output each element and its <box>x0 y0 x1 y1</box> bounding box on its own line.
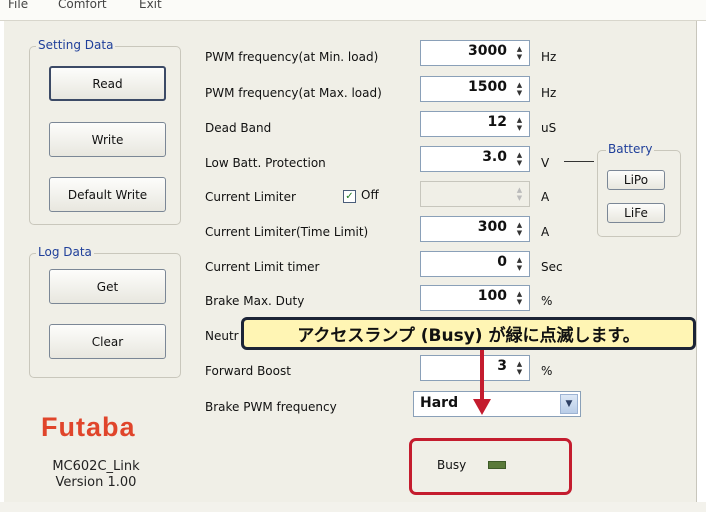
spin-arrows-icon[interactable]: ▲ ▼ <box>512 149 527 169</box>
annotation-arrow-icon <box>473 399 491 415</box>
pwm-min-value: 3000 <box>468 43 507 59</box>
param-label-low-batt: Low Batt. Protection <box>205 156 326 170</box>
busy-highlight-box <box>409 438 572 495</box>
clear-button[interactable]: Clear <box>49 324 166 359</box>
version-label: Version 1.00 <box>55 475 137 490</box>
unit-pwm-min: Hz <box>541 50 557 64</box>
annotation-callout: アクセスランプ (Busy) が緑に点滅します。 <box>241 317 706 352</box>
param-label-neutral: Neutr <box>205 329 239 343</box>
unit-current-limit-timer: Sec <box>541 260 563 274</box>
annotation-arrow-line <box>480 350 484 402</box>
annotation-text: アクセスランプ (Busy) が緑に点滅します。 <box>241 317 696 350</box>
low-batt-value: 3.0 <box>482 149 507 165</box>
spin-arrows-icon: ▲ ▼ <box>516 186 523 202</box>
app-name: MC602C_Link <box>52 459 140 474</box>
unit-dead-band: uS <box>541 121 557 135</box>
pwm-max-spinbox[interactable]: 1500 ▲ ▼ <box>420 76 530 102</box>
pwm-max-value: 1500 <box>468 79 507 95</box>
param-label-dead-band: Dead Band <box>205 121 272 135</box>
menu-comfort[interactable]: Comfort <box>58 0 107 11</box>
menu-exit[interactable]: Exit <box>139 0 162 11</box>
menu-bar: File Comfort Exit <box>0 0 706 21</box>
dead-band-spinbox[interactable]: 12 ▲ ▼ <box>420 111 530 137</box>
status-bar <box>0 502 706 512</box>
futaba-logo: Futaba <box>41 412 136 442</box>
param-label-brake-pwm: Brake PWM frequency <box>205 400 337 414</box>
unit-current-limiter-time: A <box>541 225 550 239</box>
brake-max-duty-spinbox[interactable]: 100 ▲ ▼ <box>420 285 530 311</box>
write-button[interactable]: Write <box>49 122 166 157</box>
unit-brake-max-duty: % <box>541 294 553 308</box>
unit-low-batt: V <box>541 156 550 170</box>
forward-boost-spinbox[interactable]: 3 ▲ ▼ <box>420 355 530 381</box>
param-label-current-limiter-time: Current Limiter(Time Limit) <box>205 225 369 239</box>
current-limit-timer-spinbox[interactable]: 0 ▲ ▼ <box>420 251 530 277</box>
param-label-forward-boost: Forward Boost <box>205 364 291 378</box>
param-label-pwm-max: PWM frequency(at Max. load) <box>205 86 382 100</box>
lipo-button[interactable]: LiPo <box>607 170 665 190</box>
read-button[interactable]: Read <box>49 66 166 101</box>
spin-arrows-icon[interactable]: ▲ ▼ <box>512 43 527 63</box>
brake-max-duty-value: 100 <box>477 288 507 304</box>
param-label-current-limiter: Current Limiter <box>205 190 296 204</box>
low-batt-spinbox[interactable]: 3.0 ▲ ▼ <box>420 146 530 172</box>
setting-data-title: Setting Data <box>36 38 116 52</box>
battery-title: Battery <box>606 142 655 156</box>
spin-arrows-icon[interactable]: ▲ ▼ <box>512 219 527 239</box>
current-limiter-off-checkbox[interactable]: ✓ <box>343 190 356 203</box>
unit-current-limiter: A <box>541 190 550 204</box>
brake-pwm-value: Hard <box>420 395 459 411</box>
unit-forward-boost: % <box>541 364 553 378</box>
spin-arrows-icon[interactable]: ▲ ▼ <box>512 114 527 134</box>
current-limiter-time-value: 300 <box>477 219 507 235</box>
chevron-down-icon[interactable]: ▼ <box>560 394 578 414</box>
app-window: File Comfort Exit Setting Data Read Writ… <box>0 0 706 512</box>
battery-group: Battery <box>597 142 681 237</box>
spin-arrows-icon[interactable]: ▲ ▼ <box>512 79 527 99</box>
param-label-pwm-min: PWM frequency(at Min. load) <box>205 50 379 64</box>
pwm-min-spinbox[interactable]: 3000 ▲ ▼ <box>420 40 530 66</box>
spin-arrows-icon[interactable]: ▲ ▼ <box>512 358 527 378</box>
param-label-current-limit-timer: Current Limit timer <box>205 260 320 274</box>
spin-arrows-icon[interactable]: ▲ ▼ <box>512 254 527 274</box>
spin-arrows-icon[interactable]: ▲ ▼ <box>512 288 527 308</box>
param-label-brake-max-duty: Brake Max. Duty <box>205 294 305 308</box>
current-limiter-time-spinbox[interactable]: 300 ▲ ▼ <box>420 216 530 242</box>
unit-pwm-max: Hz <box>541 86 557 100</box>
battery-connector-line <box>564 161 594 162</box>
life-button[interactable]: LiFe <box>607 203 665 223</box>
get-button[interactable]: Get <box>49 269 166 304</box>
log-data-title: Log Data <box>36 245 94 259</box>
current-limiter-off-label: Off <box>361 188 379 202</box>
dead-band-value: 12 <box>487 114 507 130</box>
default-write-button[interactable]: Default Write <box>49 177 166 212</box>
forward-boost-value: 3 <box>497 358 507 374</box>
current-limit-timer-value: 0 <box>497 254 507 270</box>
menu-file[interactable]: File <box>8 0 28 11</box>
current-limiter-spinbox: ▲ ▼ <box>420 181 530 207</box>
brake-pwm-select[interactable]: Hard ▼ <box>413 391 581 417</box>
